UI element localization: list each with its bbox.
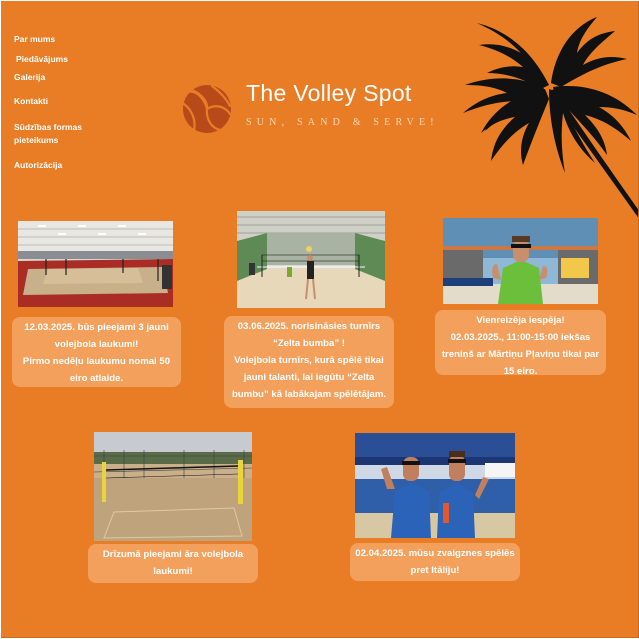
news-text: Drīzumā pieejami āra volejbola laukumi! <box>102 549 244 577</box>
outdoor-courts-photo <box>94 432 252 541</box>
nav-item-contacts[interactable]: Kontakti <box>14 95 94 108</box>
site-title: The Volley Spot <box>246 80 412 106</box>
news-text: 02.04.2025. mūsu zvaigznes spēlēs pret I… <box>355 548 515 576</box>
news-card: 03.06.2025. norisināsies turnīrs “Zelta … <box>224 316 394 408</box>
page: Par mums Piedāvājums Galerija Kontakti S… <box>1 1 639 638</box>
nav-item-about[interactable]: Par mums <box>14 33 94 46</box>
news-card: 02.04.2025. mūsu zvaigznes spēlēs pret I… <box>350 543 520 581</box>
news-text: 12.03.2025. būs pieejami 3 jauni volejbo… <box>24 322 169 350</box>
site-tagline: SUN, SAND & SERVE! <box>246 117 439 128</box>
nav-item-gallery[interactable]: Galerija <box>14 71 94 84</box>
nav-item-login[interactable]: Autorizācija <box>14 159 94 172</box>
nav-item-complaint-form[interactable]: Sūdzības formas pieteikums <box>14 121 84 147</box>
player-portrait-photo <box>443 218 598 304</box>
team-photo <box>355 433 515 538</box>
sand-hall-game-photo <box>237 211 385 308</box>
news-text: 03.06.2025. norisināsies turnīrs “Zelta … <box>237 321 381 349</box>
news-card: 12.03.2025. būs pieejami 3 jauni volejbo… <box>12 317 181 387</box>
news-text: Vienreizēja iespēja! <box>476 315 565 326</box>
volleyball-icon[interactable] <box>182 84 232 134</box>
nav-item-offers[interactable]: Piedāvājums <box>16 53 96 66</box>
news-text: 02.03.2025., 11:00-15:00 iekšas treniņš … <box>441 332 600 377</box>
news-text: Volejbola turnīrs, kurā spēlē tikai jaun… <box>231 355 387 400</box>
palm-tree-icon <box>463 17 638 218</box>
news-text: Pirmo nedēļu laukumu nomai 50 eiro atlai… <box>22 356 171 384</box>
news-card: Drīzumā pieejami āra volejbola laukumi! <box>88 544 258 583</box>
news-card: Vienreizēja iespēja! 02.03.2025., 11:00-… <box>435 310 606 377</box>
indoor-courts-photo <box>18 221 173 307</box>
